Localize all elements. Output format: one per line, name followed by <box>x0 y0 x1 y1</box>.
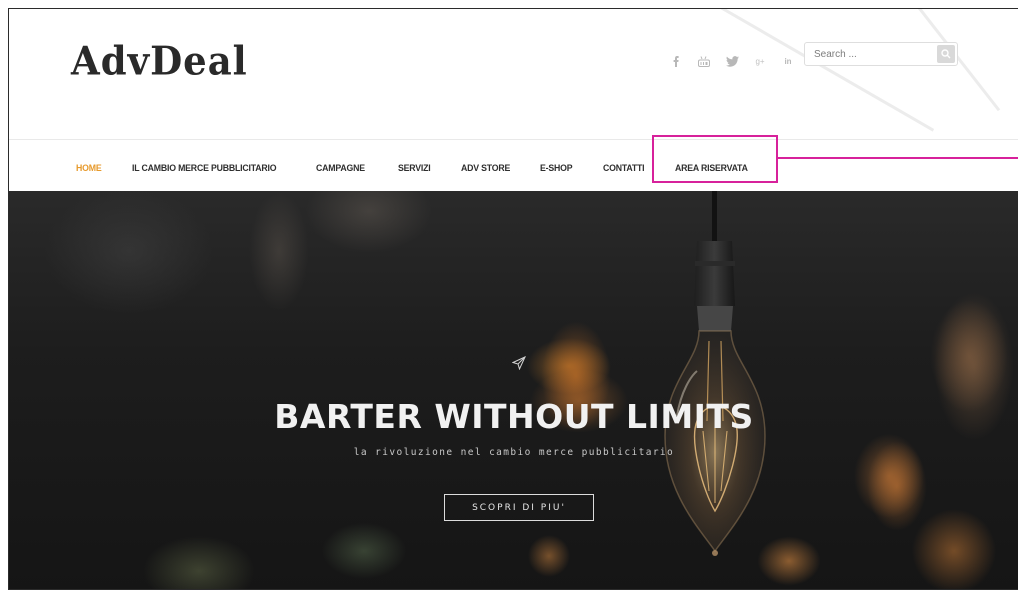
search-box <box>804 42 958 66</box>
background-bulb-glow <box>249 191 309 311</box>
search-button[interactable] <box>937 45 955 63</box>
hero-subtitle: la rivoluzione nel cambio merce pubblici… <box>353 447 675 458</box>
nav-item-servizi[interactable]: SERVIZI <box>398 163 431 174</box>
main-navigation: HOME IL CAMBIO MERCE PUBBLICITARIO CAMPA… <box>9 139 1018 192</box>
edison-bulb-illustration <box>664 191 766 556</box>
nav-item-il-cambio-merce-pubblicitario[interactable]: IL CAMBIO MERCE PUBBLICITARIO <box>132 163 277 174</box>
search-input[interactable] <box>805 43 930 65</box>
annotation-callout-line <box>778 157 1018 159</box>
nav-item-adv-store[interactable]: ADV STORE <box>461 163 510 174</box>
site-header: AdvDeal g+ in <box>9 9 1018 139</box>
scopri-di-piu-button[interactable]: SCOPRI DI PIU' <box>444 494 594 521</box>
nav-item-campagne[interactable]: CAMPAGNE <box>316 163 365 174</box>
hero-title: BARTER WITHOUT LIMITS <box>274 397 754 436</box>
site-logo[interactable]: AdvDeal <box>71 38 248 84</box>
linkedin-icon[interactable]: in <box>777 52 799 70</box>
twitter-icon[interactable] <box>721 52 743 70</box>
youtube-icon[interactable] <box>693 52 715 70</box>
social-links: g+ in <box>665 52 805 70</box>
nav-item-e-shop[interactable]: E-SHOP <box>540 163 573 174</box>
nav-item-home[interactable]: HOME <box>76 163 102 174</box>
google-plus-icon[interactable]: g+ <box>749 52 771 70</box>
nav-item-contatti[interactable]: CONTATTI <box>603 163 645 174</box>
search-icon <box>941 49 951 59</box>
paper-plane-icon <box>512 356 526 370</box>
facebook-icon[interactable] <box>665 52 687 70</box>
hero-banner: BARTER WITHOUT LIMITS la rivoluzione nel… <box>9 191 1018 589</box>
browser-viewport: AdvDeal g+ in HOME IL CAMBIO MERCE PUBBL… <box>8 8 1018 590</box>
annotation-highlight-box <box>652 135 778 183</box>
